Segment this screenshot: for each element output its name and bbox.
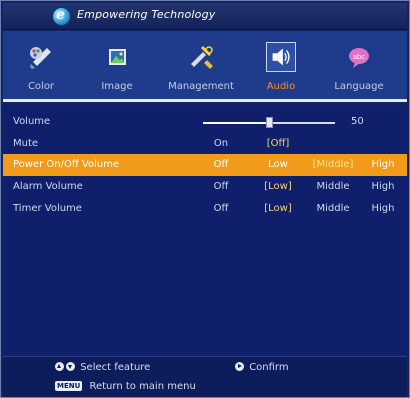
- menu-divider: [3, 99, 407, 102]
- option-high[interactable]: High: [358, 203, 408, 214]
- setting-label: Alarm Volume: [13, 181, 83, 192]
- select-feature-text: Select feature: [80, 362, 151, 373]
- setting-row-power-volume[interactable]: Power On/Off Volume Off Low [Middle] Hig…: [3, 154, 407, 176]
- tab-audio[interactable]: Audio: [243, 31, 319, 99]
- setting-row-alarm-volume[interactable]: Alarm Volume Off [Low] Middle High: [3, 176, 407, 198]
- setting-row-mute[interactable]: Mute On [Off]: [3, 133, 407, 155]
- language-icon: abc: [349, 48, 369, 68]
- setting-label: Timer Volume: [13, 203, 82, 214]
- setting-label: Mute: [13, 138, 39, 149]
- speaker-icon: [266, 42, 296, 72]
- tab-label: Color: [27, 81, 55, 92]
- option-off[interactable]: Off: [196, 203, 246, 214]
- setting-label: Volume: [13, 116, 51, 127]
- tab-label: Image: [101, 81, 133, 92]
- option-middle[interactable]: Middle: [308, 203, 358, 214]
- down-arrow-icon: [66, 362, 75, 371]
- volume-slider-fill: [203, 122, 269, 124]
- setting-label: Power On/Off Volume: [13, 159, 120, 170]
- palette-icon: [30, 47, 51, 69]
- confirm-hint: Confirm: [235, 362, 289, 373]
- tools-icon: [191, 46, 213, 69]
- tab-label: Management: [168, 81, 234, 92]
- brand-text: Empowering Technology: [77, 8, 216, 21]
- option-low[interactable]: Low: [253, 159, 303, 170]
- brand-logo-letter: e: [56, 7, 65, 23]
- tab-image[interactable]: Image: [79, 31, 155, 99]
- option-off[interactable]: Off: [196, 181, 246, 192]
- return-menu-text: Return to main menu: [89, 381, 196, 392]
- osd-menu: e Empowering Technology Color Image Mana…: [0, 0, 410, 398]
- option-low[interactable]: [Low]: [253, 181, 303, 192]
- option-off[interactable]: Off: [196, 159, 246, 170]
- option-middle[interactable]: [Middle]: [308, 159, 358, 170]
- category-tabs: Color Image Management Audio abc Languag…: [3, 31, 407, 99]
- help-footer: Select feature Confirm MENU Return to ma…: [3, 356, 407, 397]
- option-off[interactable]: [Off]: [253, 138, 303, 149]
- option-low[interactable]: [Low]: [253, 203, 303, 214]
- tab-color[interactable]: Color: [3, 31, 79, 99]
- tab-label: Audio: [266, 81, 296, 92]
- tab-label: Language: [334, 81, 384, 92]
- option-middle[interactable]: Middle: [308, 181, 358, 192]
- volume-slider[interactable]: [203, 117, 335, 128]
- title-bar: e Empowering Technology: [3, 3, 407, 30]
- select-feature-hint: Select feature: [55, 362, 150, 373]
- option-high[interactable]: High: [358, 159, 408, 170]
- up-arrow-icon: [55, 362, 64, 371]
- svg-text:abc: abc: [353, 53, 366, 61]
- tab-management[interactable]: Management: [163, 31, 239, 99]
- tab-language[interactable]: abc Language: [321, 31, 397, 99]
- option-on[interactable]: On: [196, 138, 246, 149]
- option-high[interactable]: High: [358, 181, 408, 192]
- picture-icon: [109, 49, 126, 65]
- volume-slider-handle[interactable]: [266, 117, 273, 128]
- audio-settings-panel: Volume 50 Mute On [Off] Power On/Off Vol…: [3, 105, 407, 355]
- setting-row-timer-volume[interactable]: Timer Volume Off [Low] Middle High: [3, 198, 407, 220]
- brand-logo: e: [53, 7, 70, 25]
- menu-key-icon: MENU: [55, 381, 83, 391]
- right-arrow-icon: [235, 362, 244, 371]
- setting-row-volume[interactable]: Volume 50: [3, 111, 407, 133]
- return-menu-hint: MENU Return to main menu: [55, 381, 196, 392]
- confirm-text: Confirm: [249, 362, 289, 373]
- volume-value: 50: [351, 116, 364, 127]
